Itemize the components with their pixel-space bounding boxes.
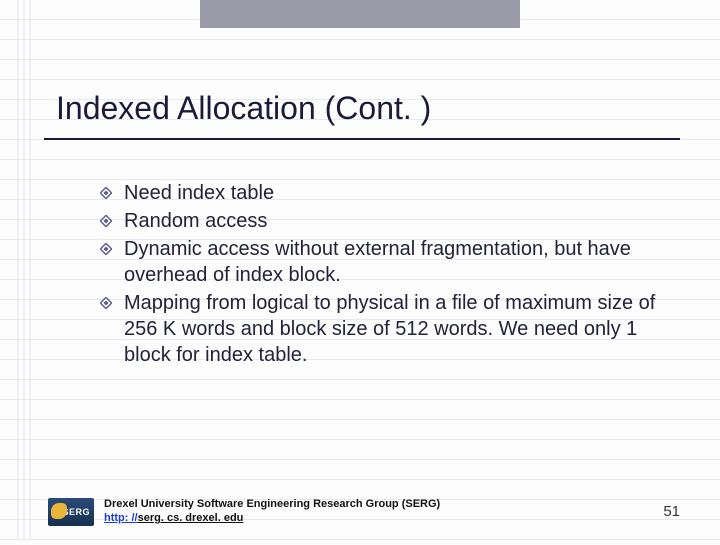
list-item: Dynamic access without external fragment… [100,236,660,288]
footer: SERG Drexel University Software Engineer… [48,498,688,526]
title-underline [44,138,680,140]
list-item: Mapping from logical to physical in a fi… [100,290,660,368]
diamond-bullet-icon [100,296,118,314]
list-item: Random access [100,208,660,234]
footer-org: Drexel University Software Engineering R… [104,498,440,510]
bullet-text: Random access [124,208,267,234]
bullet-text: Need index table [124,180,274,206]
slide-title: Indexed Allocation (Cont. ) [56,90,431,127]
header-accent-bar [200,0,520,28]
footer-text: Drexel University Software Engineering R… [104,498,440,526]
bullet-list: Need index table Random access Dynamic a… [100,180,660,370]
serg-logo: SERG [48,498,94,526]
list-item: Need index table [100,180,660,206]
bullet-text: Dynamic access without external fragment… [124,236,660,288]
footer-url-host[interactable]: serg. cs. drexel. edu [138,512,244,524]
footer-url-scheme[interactable]: http: // [104,512,138,524]
diamond-bullet-icon [100,186,118,204]
diamond-bullet-icon [100,214,118,232]
logo-mark-icon [51,503,67,519]
bullet-text: Mapping from logical to physical in a fi… [124,290,660,368]
diamond-bullet-icon [100,242,118,260]
page-number: 51 [663,503,680,520]
